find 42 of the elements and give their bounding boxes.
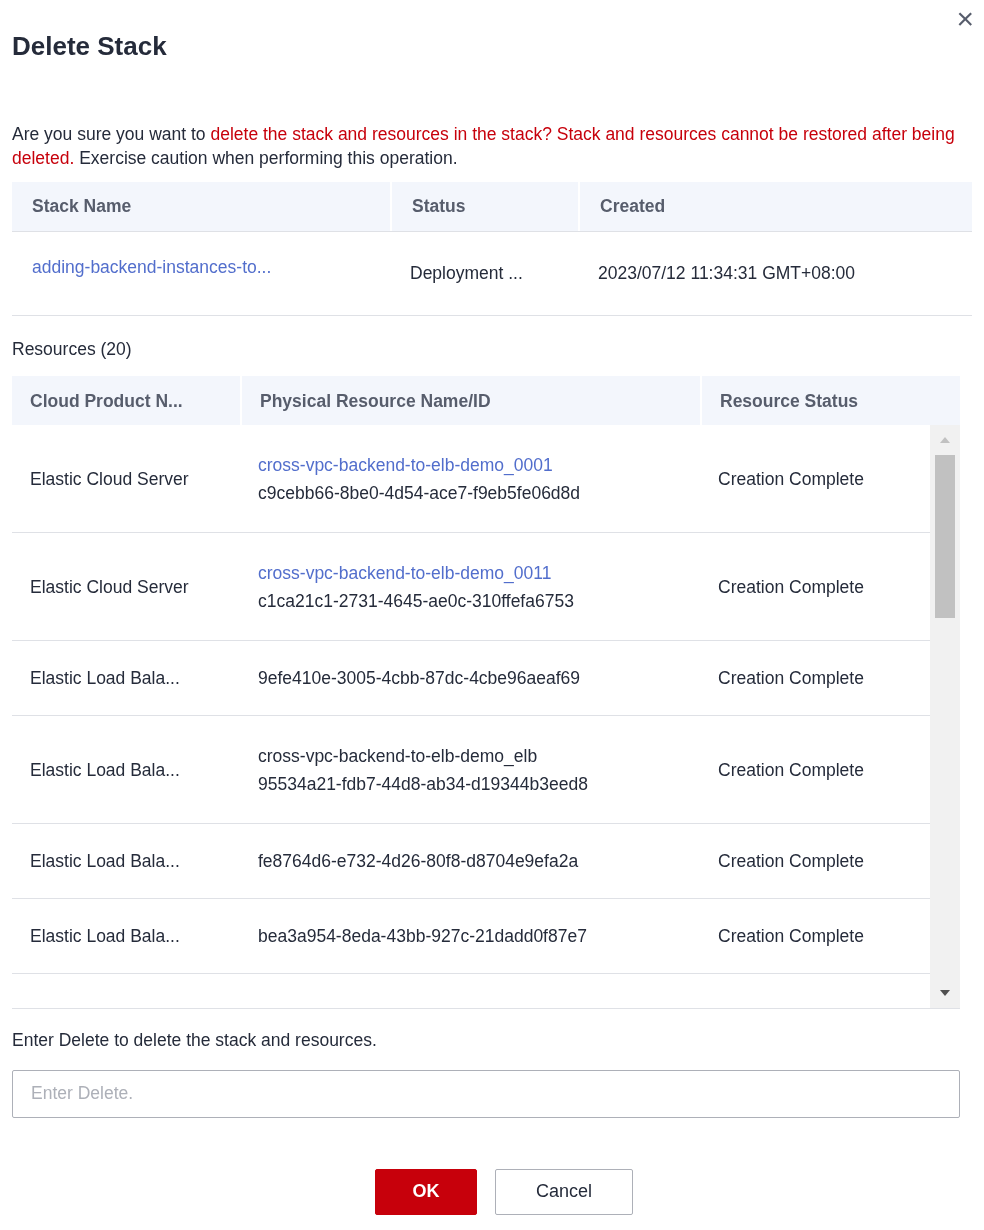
- table-cell-text: Creation Complete: [717, 575, 865, 599]
- column-header: Stack Name: [32, 195, 132, 219]
- column-header: Resource Status: [720, 389, 859, 413]
- table-cell-text: Elastic Load Bala...: [29, 925, 181, 949]
- warning-text: Are you sure you want to delete the stack and resources in the stack? Stack and resources cannot be restored after being deleted. Exercise caution when performing this operation.: [12, 123, 956, 170]
- resource-link[interactable]: cross-vpc-backend-to-elb-demo_0001: [258, 450, 682, 479]
- scroll-up-icon[interactable]: [940, 437, 950, 444]
- table-cell-text: Elastic Load Bala...: [29, 758, 181, 782]
- table-cell-text: 2023/07/12 11:34:31 GMT+08:00: [597, 262, 857, 286]
- dialog-title: Delete Stack: [12, 30, 167, 62]
- scroll-down-icon[interactable]: [940, 990, 950, 997]
- table-cell-text: 95534a21-fdb7-44d8-ab34-d19344b3eed8: [258, 772, 589, 796]
- table-cell-text: Creation Complete: [717, 925, 865, 949]
- table-cell-text: cross-vpc-backend-to-elb-demo_elb: [258, 744, 539, 769]
- close-button[interactable]: ×: [952, 4, 978, 34]
- table-cell-text: Elastic Load Bala...: [29, 850, 181, 874]
- column-header: Physical Resource Name/ID: [260, 389, 491, 413]
- ok-button[interactable]: OK: [375, 1168, 477, 1215]
- resource-link[interactable]: cross-vpc-backend-to-elb-demo_0011: [258, 558, 682, 587]
- cancel-button[interactable]: Cancel: [495, 1168, 633, 1215]
- table-cell-text: c9cebb66-8be0-4d54-ace7-f9eb5fe06d8d: [258, 481, 582, 505]
- table-cell-text: fe8764d6-e732-4d26-80f8-d8704e9efa2a: [258, 850, 580, 874]
- table-cell-text: Creation Complete: [717, 667, 865, 691]
- table-cell-text: Creation Complete: [717, 467, 865, 491]
- table-cell-text: Deployment ...: [409, 262, 524, 286]
- table-cell-text: c1ca21c1-2731-4645-ae0c-310ffefa6753: [258, 589, 575, 613]
- table-cell-text: 9efe410e-3005-4cbb-87dc-4cbe96aeaf69: [258, 667, 582, 691]
- stack-link[interactable]: adding-backend-instances-to...: [32, 257, 272, 278]
- table-cell-text: Creation Complete: [717, 850, 865, 874]
- table-cell-text: Creation Complete: [717, 758, 865, 782]
- confirm-input[interactable]: Enter Delete.: [12, 1069, 960, 1118]
- scrollbar-thumb[interactable]: [935, 455, 955, 619]
- table-cell-text: Elastic Load Bala...: [29, 667, 181, 691]
- table-cell-text: Elastic Cloud Server: [29, 575, 190, 599]
- scrollbar[interactable]: [930, 425, 960, 1009]
- column-header: Cloud Product N...: [30, 389, 183, 413]
- column-header: Status: [412, 195, 466, 219]
- confirm-label: Enter Delete to delete the stack and resources.: [12, 1030, 377, 1051]
- table-cell-text: bea3a954-8eda-43bb-927c-21dadd0f87e7: [258, 925, 588, 949]
- resources-label: Resources (20): [12, 339, 132, 359]
- column-header: Created: [600, 195, 666, 219]
- table-cell-text: Elastic Cloud Server: [29, 467, 190, 491]
